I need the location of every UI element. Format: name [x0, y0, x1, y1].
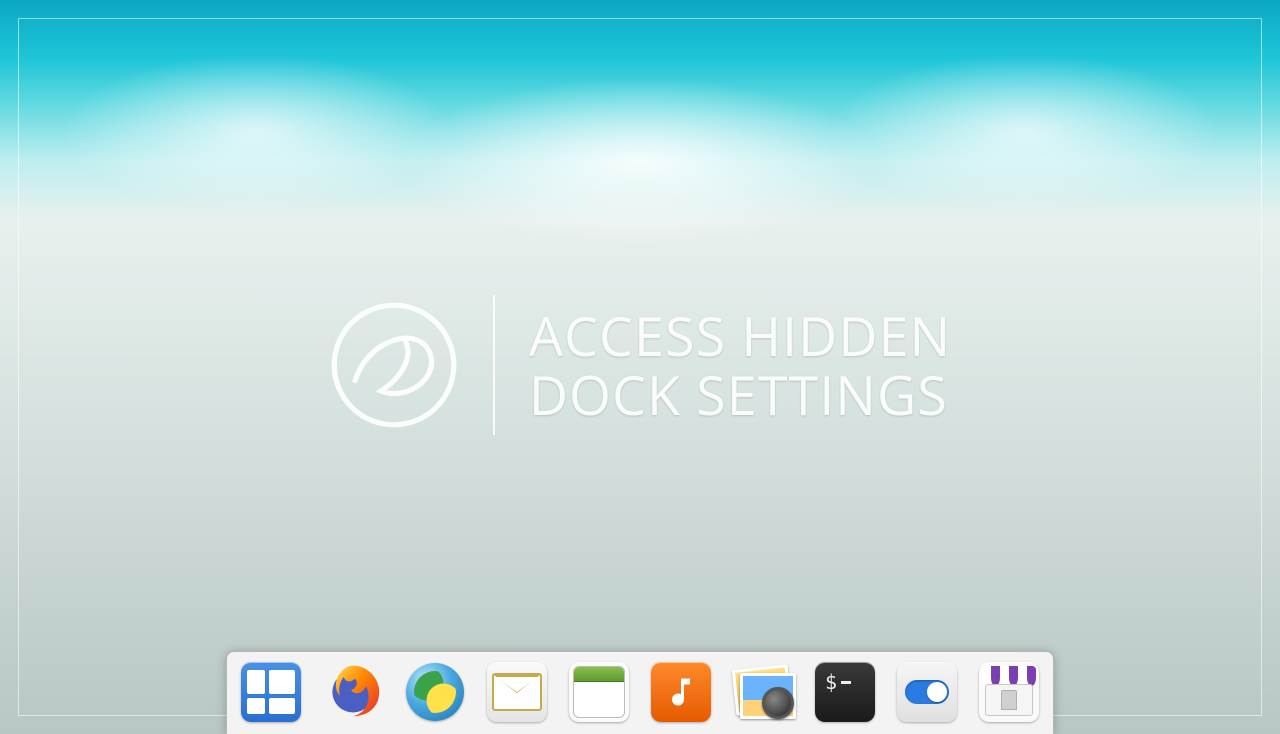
elementary-logo-icon	[329, 300, 459, 430]
hero-title: ACCESS HIDDEN DOCK SETTINGS	[529, 306, 951, 425]
globe-icon	[406, 663, 464, 721]
dock-item-firefox[interactable]	[321, 660, 385, 724]
multitasking-icon	[241, 662, 301, 722]
photos-icon	[734, 667, 792, 717]
dock-item-appcenter[interactable]	[977, 660, 1041, 724]
calendar-icon	[569, 662, 629, 722]
music-icon	[651, 662, 711, 722]
dock-item-terminal[interactable]: $	[813, 660, 877, 724]
dock-item-photos[interactable]	[731, 660, 795, 724]
terminal-icon: $	[815, 662, 875, 722]
dock-item-calendar[interactable]	[567, 660, 631, 724]
settings-icon	[897, 662, 957, 722]
dock-item-multitasking[interactable]	[239, 660, 303, 724]
mail-icon	[487, 662, 547, 722]
desktop-wallpaper: ACCESS HIDDEN DOCK SETTINGS	[0, 0, 1280, 734]
dock-item-mail[interactable]	[485, 660, 549, 724]
hero-title-line2: DOCK SETTINGS	[529, 365, 951, 424]
dock: $	[226, 651, 1054, 734]
dock-item-web[interactable]	[403, 660, 467, 724]
appcenter-icon	[979, 662, 1039, 722]
dock-item-settings[interactable]	[895, 660, 959, 724]
firefox-icon	[323, 660, 383, 725]
dock-item-music[interactable]	[649, 660, 713, 724]
hero-banner: ACCESS HIDDEN DOCK SETTINGS	[0, 295, 1280, 435]
dock-container: $	[226, 651, 1054, 734]
hero-divider	[493, 295, 495, 435]
